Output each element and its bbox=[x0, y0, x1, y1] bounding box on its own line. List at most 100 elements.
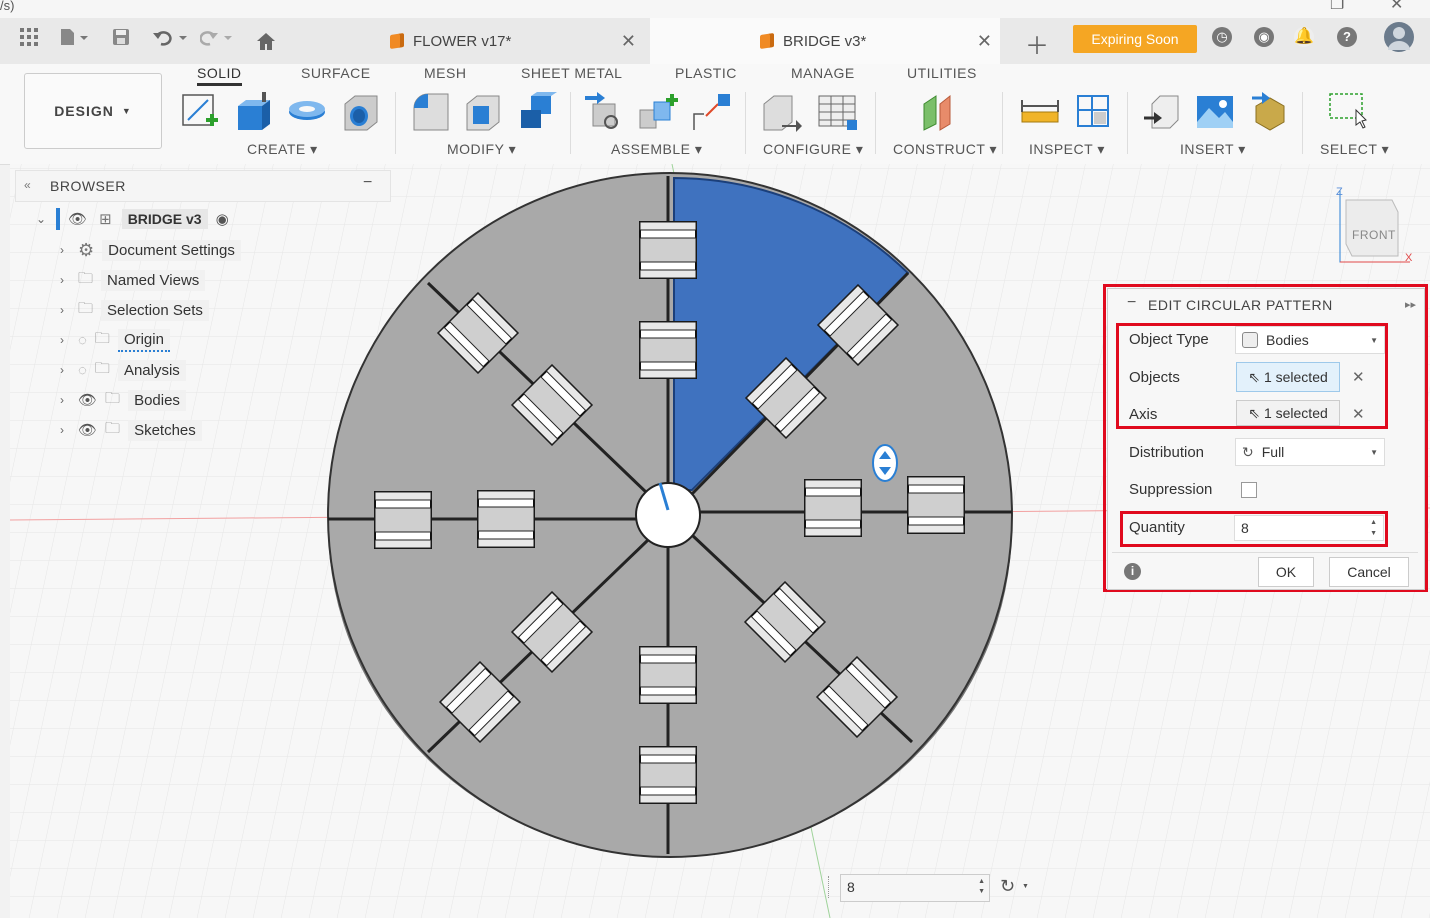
chevron-right-icon[interactable]: › bbox=[60, 423, 64, 437]
hole-icon[interactable] bbox=[341, 92, 381, 132]
tab-manage[interactable]: MANAGE bbox=[791, 65, 855, 81]
chevron-right-icon[interactable]: › bbox=[60, 393, 64, 407]
extensions-icon[interactable]: ◉ bbox=[1254, 27, 1274, 47]
canvas-quantity-input[interactable]: 8 ▲ ▼ bbox=[840, 874, 990, 902]
expiring-soon-button[interactable]: Expiring Soon bbox=[1073, 25, 1197, 53]
tab-utilities[interactable]: UTILITIES bbox=[907, 65, 977, 81]
insert-derive-icon[interactable] bbox=[1142, 92, 1182, 132]
tree-item-bodies[interactable]: › 👁 🗀 Bodies bbox=[60, 388, 186, 412]
tree-item-origin[interactable]: › ◌ 🗀 Origin bbox=[60, 328, 170, 352]
redo-icon[interactable] bbox=[199, 28, 236, 51]
close-window-icon[interactable]: ✕ bbox=[1390, 0, 1403, 14]
minimize-panel-icon[interactable]: − bbox=[363, 174, 372, 192]
tree-item-document-settings[interactable]: › ⚙ Document Settings bbox=[60, 238, 241, 262]
rotate-icon[interactable]: ↻ bbox=[1000, 876, 1015, 897]
close-tab-icon[interactable]: ✕ bbox=[977, 31, 992, 52]
revolve-icon[interactable] bbox=[287, 92, 327, 132]
chevron-right-icon[interactable]: › bbox=[60, 363, 64, 377]
insert-mesh-icon[interactable] bbox=[1250, 92, 1290, 132]
group-construct[interactable]: CONSTRUCT ▾ bbox=[893, 141, 997, 158]
collapse-dialog-icon[interactable]: − bbox=[1127, 294, 1136, 312]
undo-icon[interactable] bbox=[153, 28, 189, 51]
configuration-table-icon[interactable] bbox=[817, 92, 857, 132]
extrude-icon[interactable] bbox=[234, 92, 274, 132]
joint-icon[interactable] bbox=[638, 92, 678, 132]
drag-handle[interactable] bbox=[828, 876, 833, 898]
group-create[interactable]: CREATE ▾ bbox=[247, 141, 318, 158]
tab-solid[interactable]: SOLID bbox=[197, 65, 242, 86]
group-assemble[interactable]: ASSEMBLE ▾ bbox=[611, 141, 702, 158]
eye-icon[interactable]: 👁 bbox=[68, 210, 87, 228]
chevron-right-icon[interactable]: › bbox=[60, 303, 64, 317]
objects-value: 1 selected bbox=[1263, 369, 1328, 385]
new-component-icon[interactable] bbox=[585, 92, 625, 132]
close-tab-icon[interactable]: ✕ bbox=[621, 31, 636, 52]
collapse-panel-icon[interactable]: « bbox=[24, 178, 31, 192]
tab-sheet-metal[interactable]: SHEET METAL bbox=[521, 65, 622, 81]
group-insert[interactable]: INSERT ▾ bbox=[1180, 141, 1246, 158]
home-icon[interactable] bbox=[256, 32, 276, 57]
object-type-select[interactable]: Bodies ▼ bbox=[1235, 326, 1385, 354]
eye-hidden-icon[interactable]: ◌ bbox=[78, 362, 87, 379]
suppression-checkbox[interactable] bbox=[1241, 482, 1257, 498]
create-sketch-icon[interactable] bbox=[180, 92, 220, 132]
save-icon[interactable] bbox=[112, 28, 130, 51]
apps-grid-icon[interactable] bbox=[20, 28, 38, 51]
model-body[interactable] bbox=[327, 172, 1013, 858]
press-pull-icon[interactable] bbox=[410, 92, 450, 132]
chevron-down-icon[interactable]: ▼ bbox=[1022, 883, 1029, 890]
as-built-joint-icon[interactable] bbox=[692, 92, 732, 132]
measure-icon[interactable] bbox=[1020, 92, 1060, 132]
shell-icon[interactable] bbox=[463, 92, 503, 132]
expand-dialog-icon[interactable]: ▸▸ bbox=[1405, 298, 1416, 311]
group-inspect[interactable]: INSPECT ▾ bbox=[1029, 141, 1105, 158]
tree-item-sketches[interactable]: › 👁 🗀 Sketches bbox=[60, 418, 202, 442]
workspace-dropdown[interactable]: DESIGN ▼ bbox=[24, 73, 162, 149]
tab-mesh[interactable]: MESH bbox=[424, 65, 466, 81]
select-box-icon[interactable] bbox=[1328, 92, 1368, 132]
quantity-input[interactable]: 8 ▲ ▼ bbox=[1234, 515, 1384, 541]
axis-selection-button[interactable]: ⇖ 1 selected bbox=[1236, 400, 1340, 426]
clear-objects-icon[interactable]: ✕ bbox=[1352, 368, 1365, 386]
group-configure[interactable]: CONFIGURE ▾ bbox=[763, 141, 863, 158]
activate-radio-icon[interactable]: ◉ bbox=[216, 210, 229, 228]
section-analysis-icon[interactable] bbox=[1074, 92, 1114, 132]
job-status-icon[interactable]: ◷ bbox=[1212, 27, 1232, 47]
tree-root[interactable]: ⌄ 👁 ⊞ BRIDGE v3 ◉ bbox=[36, 207, 229, 231]
info-icon[interactable]: i bbox=[1124, 563, 1141, 580]
combine-icon[interactable] bbox=[517, 92, 557, 132]
quantity-stepper[interactable]: ▲ ▼ bbox=[978, 877, 985, 897]
offset-plane-icon[interactable] bbox=[920, 92, 960, 132]
cancel-button[interactable]: Cancel bbox=[1329, 557, 1409, 587]
rotate-manipulator-icon[interactable] bbox=[872, 444, 898, 482]
clear-axis-icon[interactable]: ✕ bbox=[1352, 405, 1365, 423]
chevron-right-icon[interactable]: › bbox=[60, 243, 64, 257]
objects-selection-button[interactable]: ⇖ 1 selected bbox=[1236, 362, 1340, 392]
avatar[interactable] bbox=[1384, 22, 1414, 52]
chevron-right-icon[interactable]: › bbox=[60, 273, 64, 287]
tree-item-analysis[interactable]: › ◌ 🗀 Analysis bbox=[60, 358, 186, 382]
restore-icon[interactable]: ❐ bbox=[1330, 0, 1344, 14]
eye-icon[interactable]: 👁 bbox=[78, 391, 97, 409]
insert-canvas-icon[interactable] bbox=[1195, 92, 1235, 132]
tab-bridge[interactable]: BRIDGE v3* ✕ bbox=[650, 18, 1000, 64]
eye-icon[interactable]: 👁 bbox=[78, 421, 97, 439]
tree-item-named-views[interactable]: › 🗀 Named Views bbox=[60, 268, 206, 292]
new-tab-icon[interactable]: ＋ bbox=[1025, 26, 1049, 61]
distribution-select[interactable]: ↻ Full ▼ bbox=[1235, 438, 1385, 466]
chevron-down-icon[interactable]: ⌄ bbox=[36, 212, 46, 226]
group-modify[interactable]: MODIFY ▾ bbox=[447, 141, 516, 158]
eye-hidden-icon[interactable]: ◌ bbox=[78, 332, 87, 349]
group-select[interactable]: SELECT ▾ bbox=[1320, 141, 1389, 158]
help-icon[interactable]: ? bbox=[1337, 27, 1357, 47]
ok-button[interactable]: OK bbox=[1258, 557, 1314, 587]
file-icon[interactable] bbox=[60, 28, 90, 51]
tab-plastic[interactable]: PLASTIC bbox=[675, 65, 737, 81]
tree-item-selection-sets[interactable]: › 🗀 Selection Sets bbox=[60, 298, 209, 322]
chevron-right-icon[interactable]: › bbox=[60, 333, 64, 347]
tab-surface[interactable]: SURFACE bbox=[301, 65, 371, 81]
configure-icon[interactable] bbox=[762, 92, 802, 132]
quantity-stepper[interactable]: ▲ ▼ bbox=[1370, 517, 1377, 539]
tab-flower[interactable]: FLOWER v17* ✕ bbox=[390, 18, 640, 64]
notifications-icon[interactable]: 🔔 bbox=[1294, 27, 1314, 47]
